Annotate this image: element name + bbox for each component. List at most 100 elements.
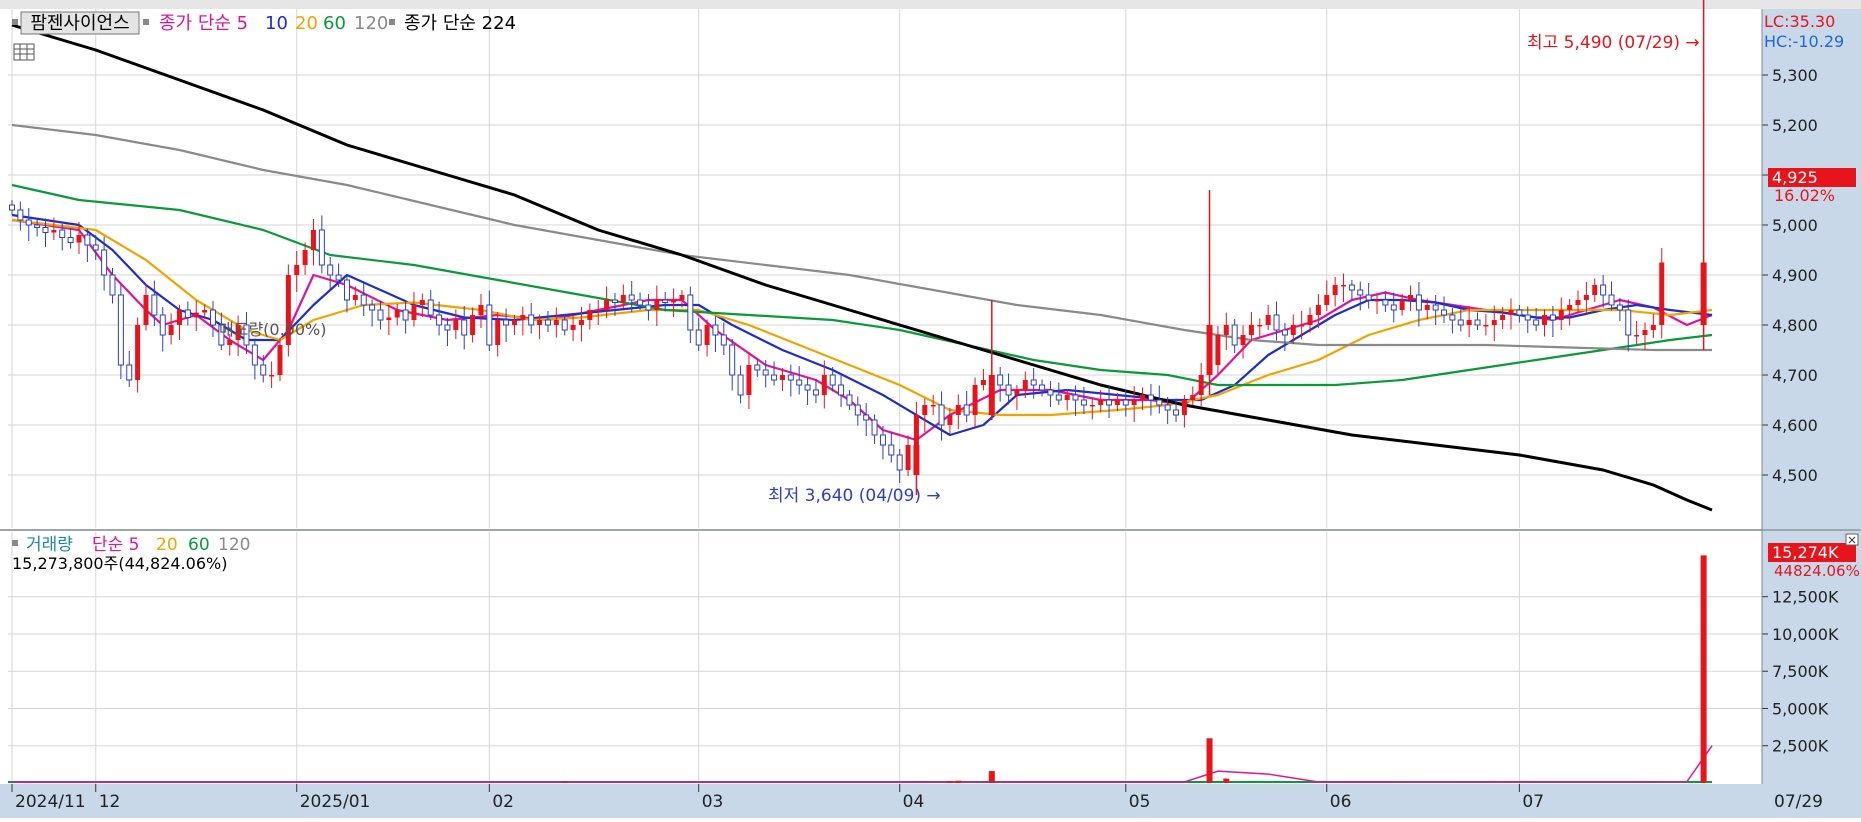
date-tick-label: 02 [492,792,514,812]
candle-body [578,320,584,325]
candle-body [1080,399,1087,406]
candle-body [1634,335,1640,337]
candle-body [1616,304,1623,311]
candle-body [1542,315,1548,325]
volume-tick-label: 10,000K [1772,625,1839,644]
candle-body [779,375,785,380]
candle-body [17,209,24,221]
date-tick-label: 06 [1330,792,1352,812]
candle-body [570,325,576,330]
candle-body [1449,314,1456,321]
candle-body [1173,409,1180,416]
candle-body [1106,399,1113,406]
stock-name[interactable]: 팜젠사이언스 [30,13,129,34]
candle-body [762,369,769,376]
candle-body [84,234,91,246]
candle-body [972,385,978,415]
legend-marker-icon [12,19,18,25]
volume-tick-label: 12,500K [1772,588,1839,607]
candle-body [838,384,845,396]
candle-body [117,294,124,366]
candle-body [846,394,853,406]
candle-body [1072,394,1079,401]
candle-body [1583,295,1589,300]
volume-bar [561,781,568,783]
candle-body [151,294,158,316]
candle-body [754,364,761,371]
candle-body [980,380,986,385]
candle-body [829,374,836,386]
candle-body [679,295,685,300]
volume-bar [988,771,995,783]
candle-body [1390,304,1397,311]
candle-body [955,405,961,415]
candle-body [101,249,108,276]
candle-body [1005,384,1012,396]
candle-body [1265,315,1271,325]
candle-body [318,229,325,266]
candle-body [1190,395,1196,400]
candle-body [1047,389,1054,396]
candle-body [1341,285,1347,287]
date-tick-label: 04 [903,792,925,812]
candle-body [804,384,811,391]
close-panel-icon[interactable] [1845,533,1859,546]
candle-body [1558,310,1564,320]
candle-body [294,265,300,275]
candle-body [470,315,476,335]
candle-body [1039,384,1046,391]
candle-body [1415,294,1422,311]
candle-body [1399,300,1405,310]
current-volume: 15,274K [1772,543,1839,562]
lc-label: LC:35.30 [1764,12,1835,31]
candle-body [938,404,945,426]
candle-body [1516,309,1523,316]
candle-body [520,315,526,320]
table-grid-icon[interactable] [13,43,35,61]
current-change: 16.02% [1774,186,1835,205]
candle-body [1408,295,1414,300]
ma-legend-10: 10 [265,13,288,34]
price-tick-label: 4,600 [1772,416,1818,435]
candle-body [922,405,928,415]
candle-body [913,415,919,445]
candle-body [528,314,535,326]
candle-body [1290,325,1296,335]
candle-body [1114,400,1120,405]
candle-body [854,404,861,416]
date-tick-label: 2025/01 [300,792,371,812]
candle-body [604,300,610,310]
candle-body [335,274,342,281]
candle-body [988,375,995,415]
price-tick-label: 5,200 [1772,116,1818,135]
candle-body [67,237,74,243]
candle-body [561,319,568,331]
volume-bar [1206,738,1213,783]
candle-body [1508,310,1514,315]
volume-tick-label: 7,500K [1772,662,1829,681]
candle-body [1240,335,1246,345]
candle-body [1156,399,1163,406]
candle-body [1181,400,1187,415]
candle-body [486,304,493,346]
candle-body [135,325,141,380]
legend-marker-icon [389,19,395,25]
candle-body [1549,314,1556,321]
volume-tick-label: 2,500K [1772,737,1829,756]
candle-body [159,314,166,336]
candle-body [1198,375,1204,395]
price-plot-area [8,9,1762,527]
candle-body [1357,289,1364,296]
candle-body [411,305,417,320]
candle-body [511,320,517,325]
candle-body [1441,309,1448,316]
candle-body [1365,294,1372,301]
candle-body [168,325,174,335]
candle-body [1592,285,1598,295]
candle-body [1164,404,1171,411]
candle-body [1332,285,1338,295]
candle-body [453,320,459,330]
candle-body [1374,300,1380,302]
volume-legend-ma60: 60 [188,535,210,555]
candle-body [427,299,434,316]
